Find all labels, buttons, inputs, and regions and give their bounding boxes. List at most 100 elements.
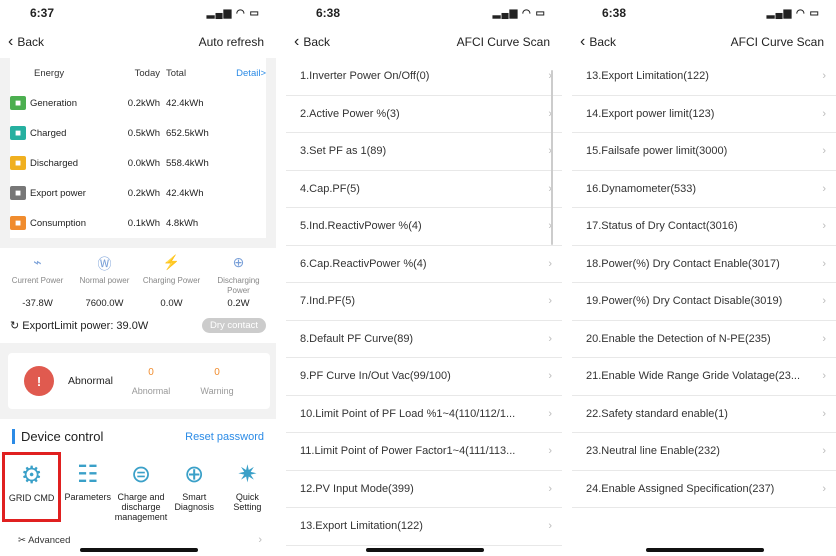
chevron-right-icon: › <box>548 520 552 533</box>
quick-setting-button[interactable]: ✷ Quick Setting <box>221 458 274 522</box>
wrench-icon: ✂ <box>18 534 26 546</box>
scrollbar[interactable] <box>551 70 553 245</box>
chevron-left-icon: ‹ <box>580 33 586 50</box>
list-item-label: 21.Enable Wide Range Gride Volatage(23..… <box>586 370 801 383</box>
list-item-label: 7.Ind.PF(5) <box>300 295 356 308</box>
chevron-right-icon: › <box>822 107 826 120</box>
chevron-right-icon: › <box>548 482 552 495</box>
energy-type-icon: ■ <box>10 156 26 170</box>
list-item[interactable]: 24.Enable Assigned Specification(237) › <box>572 471 836 508</box>
target-icon: ⊕ <box>184 461 205 488</box>
list-item-label: 19.Power(%) Dry Contact Disable(3019) <box>586 295 783 308</box>
list-item[interactable]: 7.Ind.PF(5) › <box>286 283 562 321</box>
list-item-label: 10.Limit Point of PF Load %1~4(110/112/1… <box>300 407 516 420</box>
chevron-right-icon: › <box>822 145 826 158</box>
list-item[interactable]: 22.Safety standard enable(1) › <box>572 396 836 433</box>
chevron-right-icon: › <box>548 332 552 345</box>
charging-power-icon: ⚡ <box>162 254 181 270</box>
charge-discharge-button[interactable]: ⊜ Charge and discharge management <box>114 458 168 522</box>
chevron-left-icon: ‹ <box>8 33 14 50</box>
list-item-label: 9.PF Curve In/Out Vac(99/100) <box>300 370 451 383</box>
reset-password-link[interactable]: Reset password <box>185 431 264 443</box>
list-item[interactable]: 19.Power(%) Dry Contact Disable(3019) › <box>572 283 836 321</box>
chevron-right-icon: › <box>822 482 826 495</box>
advanced-row[interactable]: ✂ Advanced › <box>0 522 276 546</box>
list-item[interactable]: 11.Limit Point of Power Factor1~4(111/11… <box>286 433 562 471</box>
alert-icon: ! <box>24 366 54 396</box>
list-item[interactable]: 14.Export power limit(123) › <box>572 96 836 133</box>
list-item-label: 16.Dynamometer(533) <box>586 182 697 195</box>
list-item[interactable]: 12.PV Input Mode(399) › <box>286 471 562 508</box>
list-item[interactable]: 21.Enable Wide Range Gride Volatage(23..… <box>572 358 836 396</box>
back-button[interactable]: ‹ Back <box>580 33 616 50</box>
list-item-label: 13.Export Limitation(122) <box>586 70 709 83</box>
chevron-right-icon: › <box>822 407 826 420</box>
list-item-label: 24.Enable Assigned Specification(237) <box>586 482 775 495</box>
energy-row: ■ Charged 0.5kWh 652.5kWh <box>10 118 266 148</box>
list-item-label: 14.Export power limit(123) <box>586 107 715 120</box>
list-item-label: 2.Active Power %(3) <box>300 107 400 120</box>
list-item[interactable]: 3.Set PF as 1(89)› <box>286 133 562 171</box>
power-label: Current Power <box>11 276 64 285</box>
chevron-left-icon: ‹ <box>294 33 300 50</box>
list-item-label: 20.Enable the Detection of N-PE(235) <box>586 332 771 345</box>
list-item[interactable]: 1.Inverter Power On/Off(0)› <box>286 58 562 96</box>
chevron-right-icon: › <box>822 70 826 83</box>
status-bar: 6:37 ▂▄▆ ◠ ▭ <box>0 0 276 26</box>
list-item[interactable]: 10.Limit Point of PF Load %1~4(110/112/1… <box>286 396 562 433</box>
list-item[interactable]: 18.Power(%) Dry Contact Enable(3017) › <box>572 246 836 283</box>
list-item[interactable]: 13.Export Limitation(122) › <box>286 508 562 546</box>
back-button[interactable]: ‹ Back <box>294 33 330 50</box>
energy-header: Energy Today Total Detail> <box>34 67 266 79</box>
list-item-label: 15.Failsafe power limit(3000) <box>586 145 728 158</box>
list-item[interactable]: 5.Ind.ReactivPower %(4)› <box>286 208 562 246</box>
home-indicator[interactable] <box>646 548 764 552</box>
device-control-title: Device control <box>12 429 103 444</box>
list-item[interactable]: 17.Status of Dry Contact(3016) › <box>572 208 836 246</box>
cog-icon: ✷ <box>237 461 258 488</box>
signal-battery-icon: ▂▄▆ ◠ ▭ <box>766 7 820 19</box>
list-item[interactable]: 4.Cap.PF(5)› <box>286 171 562 208</box>
power-value: 7600.0W <box>85 298 124 309</box>
energy-type-icon: ■ <box>10 186 26 200</box>
grid-cmd-button[interactable]: ⚙ GRID CMD <box>2 452 62 522</box>
power-label: Discharging Power <box>217 276 260 295</box>
chevron-right-icon: › <box>822 445 826 458</box>
status-time: 6:38 <box>602 6 627 20</box>
command-list: 1.Inverter Power On/Off(0)›2.Active Powe… <box>286 58 562 546</box>
status-time: 6:38 <box>316 6 341 20</box>
page-title: AFCI Curve Scan <box>456 35 550 49</box>
gear-icon: ⚙ <box>20 462 43 489</box>
overview-screen: 6:37 ▂▄▆ ◠ ▭ ‹ Back Auto refresh Energy T… <box>0 0 276 556</box>
power-summary: ⌁ Ⓦ ⚡ ⊕ Current Power Normal power Chargin… <box>0 248 276 343</box>
detail-link[interactable]: Detail> <box>226 68 266 79</box>
list-item[interactable]: 20.Enable the Detection of N-PE(235) › <box>572 321 836 358</box>
list-item[interactable]: 23.Neutral line Enable(232) › <box>572 433 836 471</box>
auto-refresh-button[interactable]: Auto refresh <box>199 35 264 49</box>
smart-diagnosis-button[interactable]: ⊕ Smart Diagnosis <box>168 458 221 522</box>
nav-bar: ‹ Back AFCI Curve Scan <box>286 26 562 58</box>
alarm-status: Abnormal <box>68 375 113 387</box>
list-item[interactable]: 15.Failsafe power limit(3000) › <box>572 133 836 171</box>
chevron-right-icon: › <box>548 295 552 308</box>
power-label: Normal power <box>79 276 130 285</box>
list-item[interactable]: 16.Dynamometer(533) › <box>572 171 836 208</box>
list-item[interactable]: 13.Export Limitation(122) › <box>572 58 836 96</box>
nav-bar: ‹ Back AFCI Curve Scan <box>572 26 836 58</box>
home-indicator[interactable] <box>366 548 484 552</box>
status-bar: 6:38 ▂▄▆ ◠ ▭ <box>572 0 836 26</box>
list-item[interactable]: 6.Cap.ReactivPower %(4) › <box>286 246 562 283</box>
back-button[interactable]: ‹ Back <box>8 33 44 50</box>
abnormal-count: 0 Abnormal <box>131 366 171 396</box>
dry-contact-toggle[interactable]: Dry contact <box>201 318 266 333</box>
alarm-card[interactable]: ! Abnormal 0 Abnormal 0 Warning <box>8 353 270 409</box>
export-limit-row: ↻ ExportLimit power: 39.0W Dry contact <box>4 314 272 337</box>
parameters-button[interactable]: ☷ Parameters <box>61 458 114 522</box>
list-item-label: 23.Neutral line Enable(232) <box>586 445 720 458</box>
list-item[interactable]: 9.PF Curve In/Out Vac(99/100) › <box>286 358 562 396</box>
list-item[interactable]: 2.Active Power %(3)› <box>286 96 562 133</box>
chevron-right-icon: › <box>822 220 826 233</box>
list-item[interactable]: 8.Default PF Curve(89) › <box>286 321 562 358</box>
tool-grid: ⚙ GRID CMD ☷ Parameters ⊜ Charge and dis… <box>0 452 276 522</box>
home-indicator[interactable] <box>80 548 198 552</box>
